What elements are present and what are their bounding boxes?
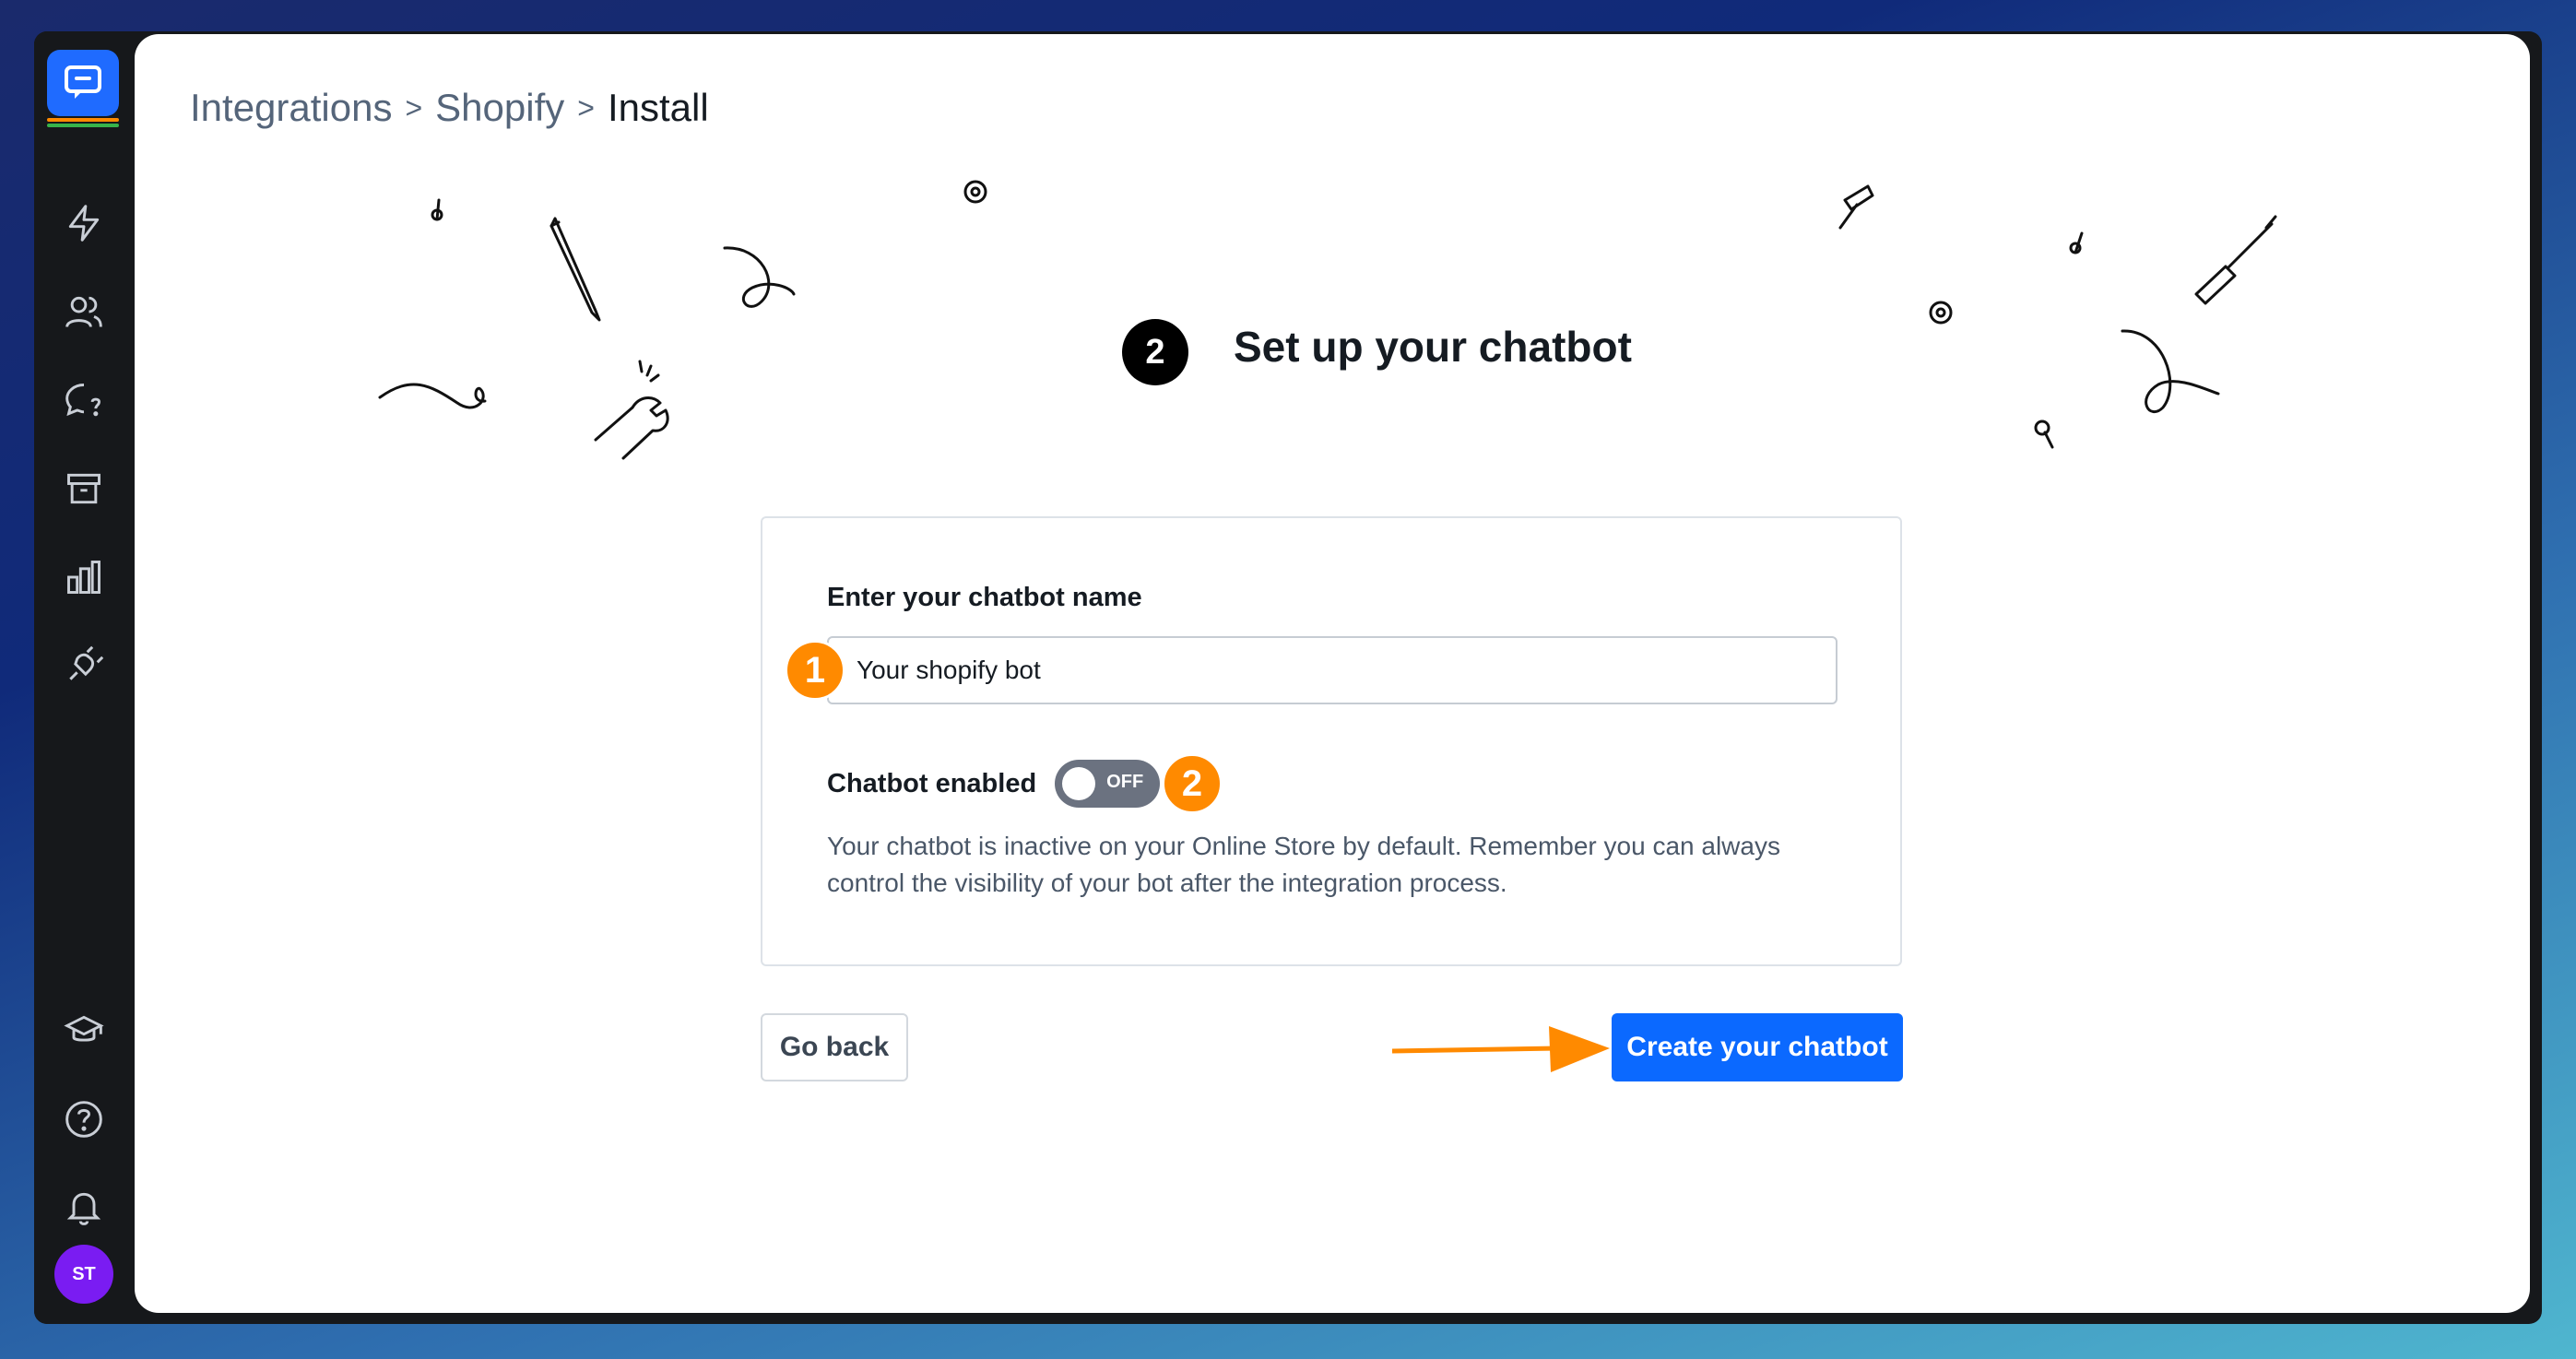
chat-question-icon[interactable] bbox=[62, 378, 106, 422]
pin-icon bbox=[2069, 231, 2084, 254]
bolt-screw-icon bbox=[1838, 184, 1874, 230]
screwdriver-icon bbox=[2194, 215, 2277, 305]
chatbot-help-text: Your chatbot is inactive on your Online … bbox=[827, 832, 1780, 897]
step-marker-1: 1 bbox=[785, 640, 845, 701]
plug-icon[interactable] bbox=[62, 644, 106, 688]
step-number-badge: 2 bbox=[1122, 319, 1188, 385]
bolt-icon[interactable] bbox=[62, 201, 106, 245]
pin-icon bbox=[2034, 420, 2054, 449]
chatbot-enabled-toggle[interactable]: OFF bbox=[1055, 760, 1161, 808]
toggle-state-text: OFF bbox=[1106, 772, 1144, 792]
users-icon[interactable] bbox=[62, 290, 106, 334]
bar-chart-icon[interactable] bbox=[62, 555, 106, 599]
archive-icon[interactable] bbox=[62, 467, 106, 511]
chatbot-name-input[interactable] bbox=[827, 636, 1837, 704]
help-icon[interactable] bbox=[62, 1097, 106, 1141]
avatar[interactable]: ST bbox=[54, 1245, 113, 1304]
breadcrumb-separator: > bbox=[577, 90, 595, 124]
graduation-cap-icon[interactable] bbox=[62, 1009, 106, 1053]
chatbot-logo-icon bbox=[47, 50, 119, 116]
breadcrumb-shopify[interactable]: Shopify bbox=[435, 86, 564, 130]
pencil-icon bbox=[549, 217, 601, 322]
breadcrumb-separator: > bbox=[405, 90, 423, 124]
wave-icon bbox=[378, 383, 487, 409]
step-marker-2: 2 bbox=[1162, 753, 1223, 814]
chatbot-enabled-label: Chatbot enabled bbox=[827, 768, 1037, 798]
step-title: Set up your chatbot bbox=[1234, 323, 1632, 371]
breadcrumb-install: Install bbox=[607, 86, 709, 129]
toggle-knob bbox=[1062, 767, 1096, 800]
arrow-annotation-icon bbox=[1392, 1026, 1610, 1072]
nut-icon bbox=[963, 180, 987, 204]
sidebar: ST bbox=[34, 31, 134, 1324]
app-window: ST Integrations > Shopify > Install 2 Se bbox=[34, 31, 2542, 1324]
create-chatbot-button[interactable]: Create your chatbot bbox=[1612, 1013, 1903, 1081]
chatbot-setup-card: Enter your chatbot name 1 Chatbot enable… bbox=[761, 516, 1902, 966]
chatbot-name-label: Enter your chatbot name bbox=[827, 583, 1142, 612]
pin-icon bbox=[431, 198, 443, 221]
app-logo[interactable] bbox=[47, 50, 119, 127]
chatbot-enabled-row: Chatbot enabled OFF bbox=[827, 760, 1161, 808]
squiggle-icon bbox=[723, 246, 796, 308]
breadcrumb-integrations[interactable]: Integrations bbox=[190, 86, 392, 130]
wrench-icon bbox=[594, 360, 669, 460]
main-panel: Integrations > Shopify > Install 2 Set u… bbox=[135, 34, 2530, 1313]
bell-icon[interactable] bbox=[62, 1186, 106, 1230]
go-back-button[interactable]: Go back bbox=[761, 1013, 908, 1081]
breadcrumb: Integrations > Shopify > Install bbox=[190, 86, 709, 130]
squiggle-icon bbox=[2121, 329, 2220, 414]
nut-icon bbox=[1929, 301, 1953, 325]
